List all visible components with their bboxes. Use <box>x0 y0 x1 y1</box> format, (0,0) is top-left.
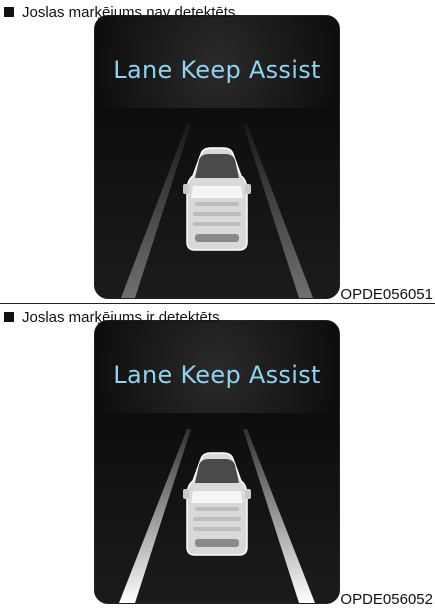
figure-code: OPDE056051 <box>340 286 433 303</box>
square-bullet-icon <box>4 312 14 322</box>
caption-text: Joslas marķējums ir detektēts <box>22 309 220 326</box>
screen-title: Lane Keep Assist <box>113 361 321 389</box>
caption-text: Joslas marķējums nav detektēts <box>22 4 236 21</box>
figure-caption: Joslas marķējums ir detektēts <box>4 310 220 326</box>
screen-title: Lane Keep Assist <box>113 56 321 84</box>
figure-lane-not-detected: Joslas marķējums nav detektēts Lane Keep… <box>0 0 435 305</box>
figure-code: OPDE056052 <box>340 591 433 608</box>
cluster-display: Lane Keep Assist <box>94 15 340 299</box>
divider-line <box>0 303 435 304</box>
square-bullet-icon <box>4 7 14 17</box>
cluster-display: Lane Keep Assist <box>94 320 340 604</box>
figure-caption: Joslas marķējums nav detektēts <box>4 5 235 21</box>
figure-lane-detected: Joslas marķējums ir detektēts Lane Keep … <box>0 305 435 610</box>
